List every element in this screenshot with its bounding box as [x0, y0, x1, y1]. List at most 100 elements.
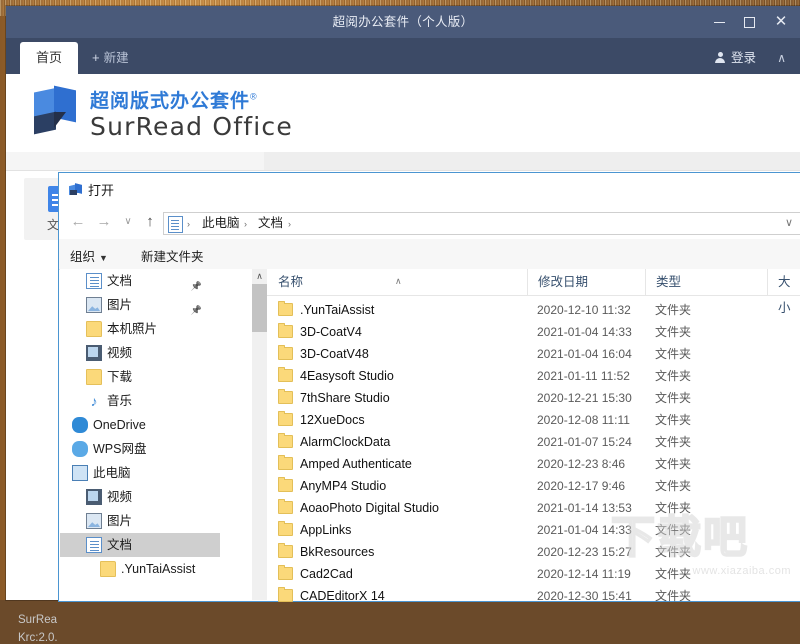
folder-icon — [278, 389, 293, 404]
file-type: 文件夹 — [655, 391, 692, 405]
new-folder-button[interactable]: 新建文件夹 — [141, 246, 204, 265]
surread-small-icon — [69, 183, 82, 196]
file-row[interactable]: 3D-CoatV4 2021-01-04 14:33 文件夹 — [267, 321, 800, 343]
folder-icon — [86, 369, 102, 385]
file-row[interactable]: Cad2Cad 2020-12-14 11:19 文件夹 — [267, 563, 800, 585]
file-list-view[interactable]: 名称 ∧ 修改日期 类型 大小 .YunTaiAssist 2020-12-10 1… — [267, 269, 800, 603]
scrollbar-thumb[interactable] — [252, 284, 267, 332]
maximize-button[interactable] — [734, 6, 764, 38]
column-header-size[interactable]: 大小 — [767, 269, 800, 315]
nav-pane-item[interactable]: 图片 — [60, 509, 220, 533]
up-button[interactable]: ↑ — [139, 212, 161, 232]
nav-pane-item-label: 视频 — [107, 490, 133, 504]
nav-pane-item[interactable]: OneDrive — [60, 413, 220, 437]
file-name: .YunTaiAssist — [300, 303, 375, 317]
nav-pane-item[interactable]: 视频 — [60, 341, 220, 365]
nav-pane-item-label: 图片 — [107, 298, 133, 312]
file-row[interactable]: 4Easysoft Studio 2021-01-11 11:52 文件夹 — [267, 365, 800, 387]
breadcrumb-this-pc[interactable]: 此电脑 — [202, 216, 240, 231]
chevron-up-icon[interactable]: ∧ — [777, 42, 786, 74]
tab-new-label: 新建 — [103, 51, 129, 65]
file-modified-date: 2021-01-04 14:33 — [537, 325, 632, 339]
file-name: Cad2Cad — [300, 567, 353, 581]
file-modified-date: 2021-01-11 11:52 — [537, 369, 630, 383]
back-button[interactable]: ← — [67, 212, 89, 232]
file-row[interactable]: AnyMP4 Studio 2020-12-17 9:46 文件夹 — [267, 475, 800, 497]
nav-pane-item[interactable]: 图片 📌 — [60, 293, 220, 317]
file-name: CADEditorX 14 — [300, 589, 385, 603]
logo-chinese-title: 超阅版式办公套件® — [90, 91, 258, 112]
address-bar[interactable]: › 此电脑 › 文档 › ∨ ↻ — [163, 212, 800, 235]
folder-icon — [278, 477, 293, 492]
navigation-pane-scrollbar[interactable]: ∧ — [252, 269, 267, 600]
folder-icon — [278, 433, 293, 448]
open-file-dialog: 打开 ← → ∨ ↑ › 此电脑 › 文档 › ∨ ↻ 搜索 组织▼ 新建文件夹… — [58, 172, 800, 603]
folder-icon — [86, 321, 102, 337]
file-type: 文件夹 — [655, 303, 692, 317]
file-row[interactable]: AppLinks 2021-01-04 14:33 文件夹 — [267, 519, 800, 541]
toolbar-segment — [264, 152, 800, 170]
dialog-title: 打开 — [88, 183, 115, 198]
nav-pane-item[interactable]: 本机照片 — [60, 317, 220, 341]
nav-pane-item[interactable]: 文档 📌 — [60, 269, 220, 293]
column-header-name[interactable]: 名称 ∧ — [267, 269, 527, 295]
login-button[interactable]: 登录 — [715, 42, 756, 74]
organize-button[interactable]: 组织 ▼ — [70, 246, 108, 265]
application-toolbar — [6, 152, 800, 171]
footer-text-line1: SurRea — [18, 614, 57, 626]
recent-locations-icon[interactable]: ∨ — [117, 212, 139, 232]
nav-pane-item-label: .YunTaiAssist — [121, 562, 196, 576]
folder-icon — [278, 587, 293, 602]
file-modified-date: 2020-12-21 15:30 — [537, 391, 632, 405]
nav-pane-item[interactable]: ♪ 音乐 — [60, 389, 220, 413]
tab-home[interactable]: 首页 — [20, 42, 78, 74]
file-name: BkResources — [300, 545, 375, 559]
file-type: 文件夹 — [655, 545, 692, 559]
file-row[interactable]: 12XueDocs 2020-12-08 11:11 文件夹 — [267, 409, 800, 431]
breadcrumb-documents[interactable]: 文档 — [258, 216, 283, 231]
file-row[interactable]: AlarmClockData 2021-01-07 15:24 文件夹 — [267, 431, 800, 453]
pane-splitter[interactable] — [220, 269, 252, 600]
file-row[interactable]: 7thShare Studio 2020-12-21 15:30 文件夹 — [267, 387, 800, 409]
column-header-date[interactable]: 修改日期 — [527, 269, 645, 295]
login-label: 登录 — [730, 51, 756, 65]
file-name: 3D-CoatV48 — [300, 347, 369, 361]
nav-pane-item[interactable]: 下载 — [60, 365, 220, 389]
file-row[interactable]: Amped Authenticate 2020-12-23 8:46 文件夹 — [267, 453, 800, 475]
nav-pane-item-label: WPS网盘 — [93, 442, 147, 456]
file-row[interactable]: 3D-CoatV48 2021-01-04 16:04 文件夹 — [267, 343, 800, 365]
file-type: 文件夹 — [655, 413, 692, 427]
nav-pane-item[interactable]: 文档 — [60, 533, 220, 557]
footer-text-line2: Krc:2.0. — [18, 632, 58, 644]
plus-icon: + — [92, 50, 100, 65]
forward-button[interactable]: → — [93, 212, 115, 232]
music-icon: ♪ — [90, 393, 98, 409]
nav-pane-item[interactable]: 此电脑 — [60, 461, 220, 485]
file-name: 7thShare Studio — [300, 391, 390, 405]
folder-icon — [278, 521, 293, 536]
nav-pane-item[interactable]: .YunTaiAssist — [60, 557, 220, 581]
file-name: AppLinks — [300, 523, 352, 537]
minimize-button[interactable] — [704, 6, 734, 38]
folder-icon — [278, 565, 293, 580]
folder-icon — [278, 345, 293, 360]
scroll-up-icon[interactable]: ∧ — [252, 269, 267, 284]
nav-pane-item-label: 视频 — [107, 346, 133, 360]
file-modified-date: 2020-12-30 15:41 — [537, 589, 632, 603]
file-name: 3D-CoatV4 — [300, 325, 362, 339]
chevron-down-icon[interactable]: ∨ — [785, 216, 793, 229]
file-row[interactable]: AoaoPhoto Digital Studio 2021-01-14 13:53… — [267, 497, 800, 519]
navigation-pane[interactable]: 文档 📌 图片 📌 本机照片 视频 下载 ♪ 音乐 OneDrive WPS网盘 此电脑 视频 图片 文档.… — [60, 269, 220, 600]
file-row[interactable]: BkResources 2020-12-23 15:27 文件夹 — [267, 541, 800, 563]
file-row[interactable]: .YunTaiAssist 2020-12-10 11:32 文件夹 — [267, 299, 800, 321]
file-modified-date: 2020-12-08 11:11 — [537, 413, 630, 427]
file-row[interactable]: CADEditorX 14 2020-12-30 15:41 文件夹 — [267, 585, 800, 607]
nav-pane-item[interactable]: WPS网盘 — [60, 437, 220, 461]
nav-pane-item[interactable]: 视频 — [60, 485, 220, 509]
column-header-type[interactable]: 类型 — [645, 269, 767, 295]
surread-logo-icon — [32, 85, 78, 136]
tab-new[interactable]: + 新建 — [92, 42, 129, 74]
close-button[interactable]: ✕ — [766, 6, 796, 38]
window-title: 超阅办公套件（个人版） — [332, 15, 474, 29]
nav-pane-item-label: 本机照片 — [107, 322, 158, 336]
